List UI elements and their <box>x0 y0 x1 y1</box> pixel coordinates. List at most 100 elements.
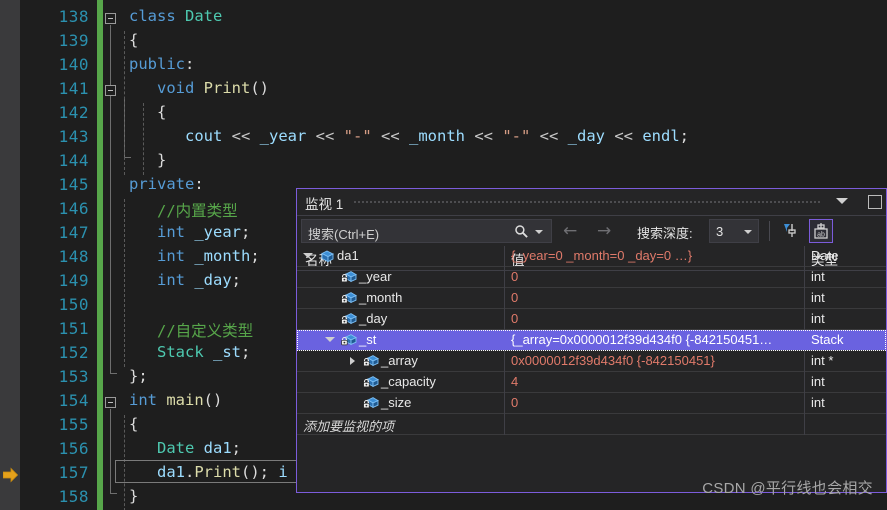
execution-pointer-icon <box>2 467 19 483</box>
watch-value-cell[interactable]: 4 <box>511 374 803 389</box>
line-number: 150 <box>58 295 89 314</box>
outline-guide-line <box>143 103 144 175</box>
chevron-down-icon[interactable] <box>836 198 848 204</box>
watch-row[interactable]: _day 0 int <box>297 309 886 330</box>
line-number: 155 <box>58 415 89 434</box>
code-line[interactable]: Stack _st; <box>157 343 250 361</box>
collapse-region-icon[interactable] <box>105 397 116 408</box>
show-raw-values-button[interactable]: ab <box>809 219 833 243</box>
code-line[interactable]: { <box>129 415 138 433</box>
code-line[interactable]: int main() <box>129 391 222 409</box>
watch-name-cell[interactable]: _month <box>359 290 402 305</box>
watch-value-cell[interactable]: {_array=0x0000012f39d434f0 {-842150451… <box>511 332 803 347</box>
watch-name-cell[interactable]: da1 <box>337 248 359 263</box>
watermark: CSDN @平行线也会相交 <box>702 480 873 497</box>
code-line[interactable]: void Print() <box>157 79 269 97</box>
code-line[interactable]: int _month; <box>157 247 260 265</box>
watch-row[interactable]: _size 0 int <box>297 393 886 414</box>
search-depth-select[interactable]: 3 <box>709 219 759 243</box>
code-token: da1 <box>157 463 185 481</box>
search-input[interactable]: 搜索(Ctrl+E) <box>301 219 552 243</box>
collapse-region-icon[interactable] <box>105 13 116 24</box>
outlining-margin[interactable] <box>103 0 144 510</box>
collapse-region-icon[interactable] <box>105 85 116 96</box>
code-line[interactable]: private: <box>129 175 204 193</box>
outline-guide-corner <box>110 373 117 374</box>
code-line[interactable]: cout << _year << "-" << _month << "-" <<… <box>185 127 689 145</box>
expander-open-icon[interactable] <box>325 337 335 342</box>
watch-value-cell[interactable]: 0 <box>511 395 803 410</box>
watch-type-cell: Date <box>811 248 839 263</box>
code-token: Stack <box>157 343 213 361</box>
code-line[interactable]: //自定义类型 <box>157 319 253 341</box>
watch-row[interactable]: _st {_array=0x0000012f39d434f0 {-84215045… <box>297 330 886 351</box>
watch-row[interactable]: da1 {_year=0 _month=0 _day=0 …} Date <box>297 246 886 267</box>
column-divider-value-type <box>804 246 805 267</box>
code-line[interactable]: int _day; <box>157 271 241 289</box>
code-token: Print <box>203 79 251 97</box>
chevron-down-icon[interactable] <box>744 230 752 234</box>
watch-value-cell[interactable]: 0 <box>511 311 803 326</box>
watch-row[interactable]: _year 0 int <box>297 267 886 288</box>
watch-value-cell[interactable]: 0 <box>511 290 803 305</box>
watch-name-cell[interactable]: _day <box>359 311 387 326</box>
nav-back-button[interactable]: ← <box>563 222 577 240</box>
code-token: _day <box>567 127 615 145</box>
watch-toolbar[interactable]: 搜索(Ctrl+E) ← → 搜索深度: 3 ab <box>297 216 886 246</box>
watch-name-cell[interactable]: _array <box>381 353 418 368</box>
search-icon[interactable] <box>514 224 529 239</box>
watch-value-cell[interactable]: 0 <box>511 269 803 284</box>
watch-value-cell[interactable]: 0x0000012f39d434f0 {-842150451} <box>511 353 803 368</box>
code-token: //自定义类型 <box>157 322 254 340</box>
code-line[interactable]: { <box>129 31 138 49</box>
code-line[interactable]: //内置类型 <box>157 199 238 221</box>
filter-pin-button[interactable] <box>779 219 803 243</box>
watch-name-cell[interactable]: _capacity <box>381 374 436 389</box>
indicator-margin[interactable] <box>0 0 20 510</box>
expander-closed-icon[interactable] <box>350 357 355 365</box>
code-line[interactable]: Date da1; <box>157 439 241 457</box>
code-line[interactable]: public: <box>129 55 194 73</box>
code-line[interactable]: } <box>157 151 166 169</box>
watch-row[interactable]: _month 0 int <box>297 288 886 309</box>
code-line[interactable]: int _year; <box>157 223 250 241</box>
code-token: Date <box>157 439 204 457</box>
chevron-down-icon[interactable] <box>535 230 543 234</box>
nav-forward-button[interactable]: → <box>597 222 611 240</box>
code-token: ; <box>250 247 260 265</box>
watch-row[interactable]: _array 0x0000012f39d434f0 {-842150451} int… <box>297 351 886 372</box>
watch-name-cell[interactable]: _year <box>359 269 392 284</box>
code-token: void <box>157 79 204 97</box>
watch-name-cell[interactable]: _st <box>359 332 376 347</box>
line-number: 142 <box>58 103 89 122</box>
float-window-icon[interactable] <box>868 195 882 209</box>
column-divider-name-value <box>504 351 505 372</box>
line-number: 152 <box>58 343 89 362</box>
vs-debugger-screen: 138 139 140 141 142 143 144 145 146 147 148 149 150 1… <box>0 0 887 510</box>
private-field-icon <box>363 375 379 390</box>
svg-text:ab: ab <box>817 232 825 239</box>
code-line[interactable]: class Date <box>129 7 222 25</box>
watch-grid[interactable]: 名称 值 类型 da1 {_year=0 _month=0 _day=0 …} Da… <box>297 246 886 492</box>
watch-row[interactable]: _capacity 4 int <box>297 372 886 393</box>
drag-grip[interactable] <box>353 200 822 205</box>
watch-title-bar[interactable]: 监视 1 <box>297 189 886 216</box>
line-number: 145 <box>58 175 89 194</box>
watch-window[interactable]: 监视 1 搜索(Ctrl+E) ← → 搜索深度: 3 ab 名称 值 类型 d… <box>296 188 887 493</box>
watch-name-cell[interactable]: _size <box>381 395 411 410</box>
watch-value-cell[interactable]: {_year=0 _month=0 _day=0 …} <box>511 248 803 263</box>
code-line[interactable]: da1.Print(); i <box>157 463 288 481</box>
add-watch-row[interactable]: 添加要监视的项 <box>297 414 886 435</box>
code-line[interactable]: }; <box>129 367 148 385</box>
code-token: _year <box>259 127 316 145</box>
column-divider-value-type <box>804 393 805 414</box>
code-line[interactable]: { <box>157 103 166 121</box>
code-token: } <box>129 487 139 505</box>
code-token: da1 <box>203 439 232 457</box>
line-number: 146 <box>58 199 89 218</box>
expander-open-icon[interactable] <box>303 253 313 258</box>
outline-guide-line <box>110 409 111 493</box>
code-line[interactable]: } <box>129 487 138 505</box>
watch-type-cell: int <box>811 374 825 389</box>
code-token: Date <box>185 7 223 25</box>
